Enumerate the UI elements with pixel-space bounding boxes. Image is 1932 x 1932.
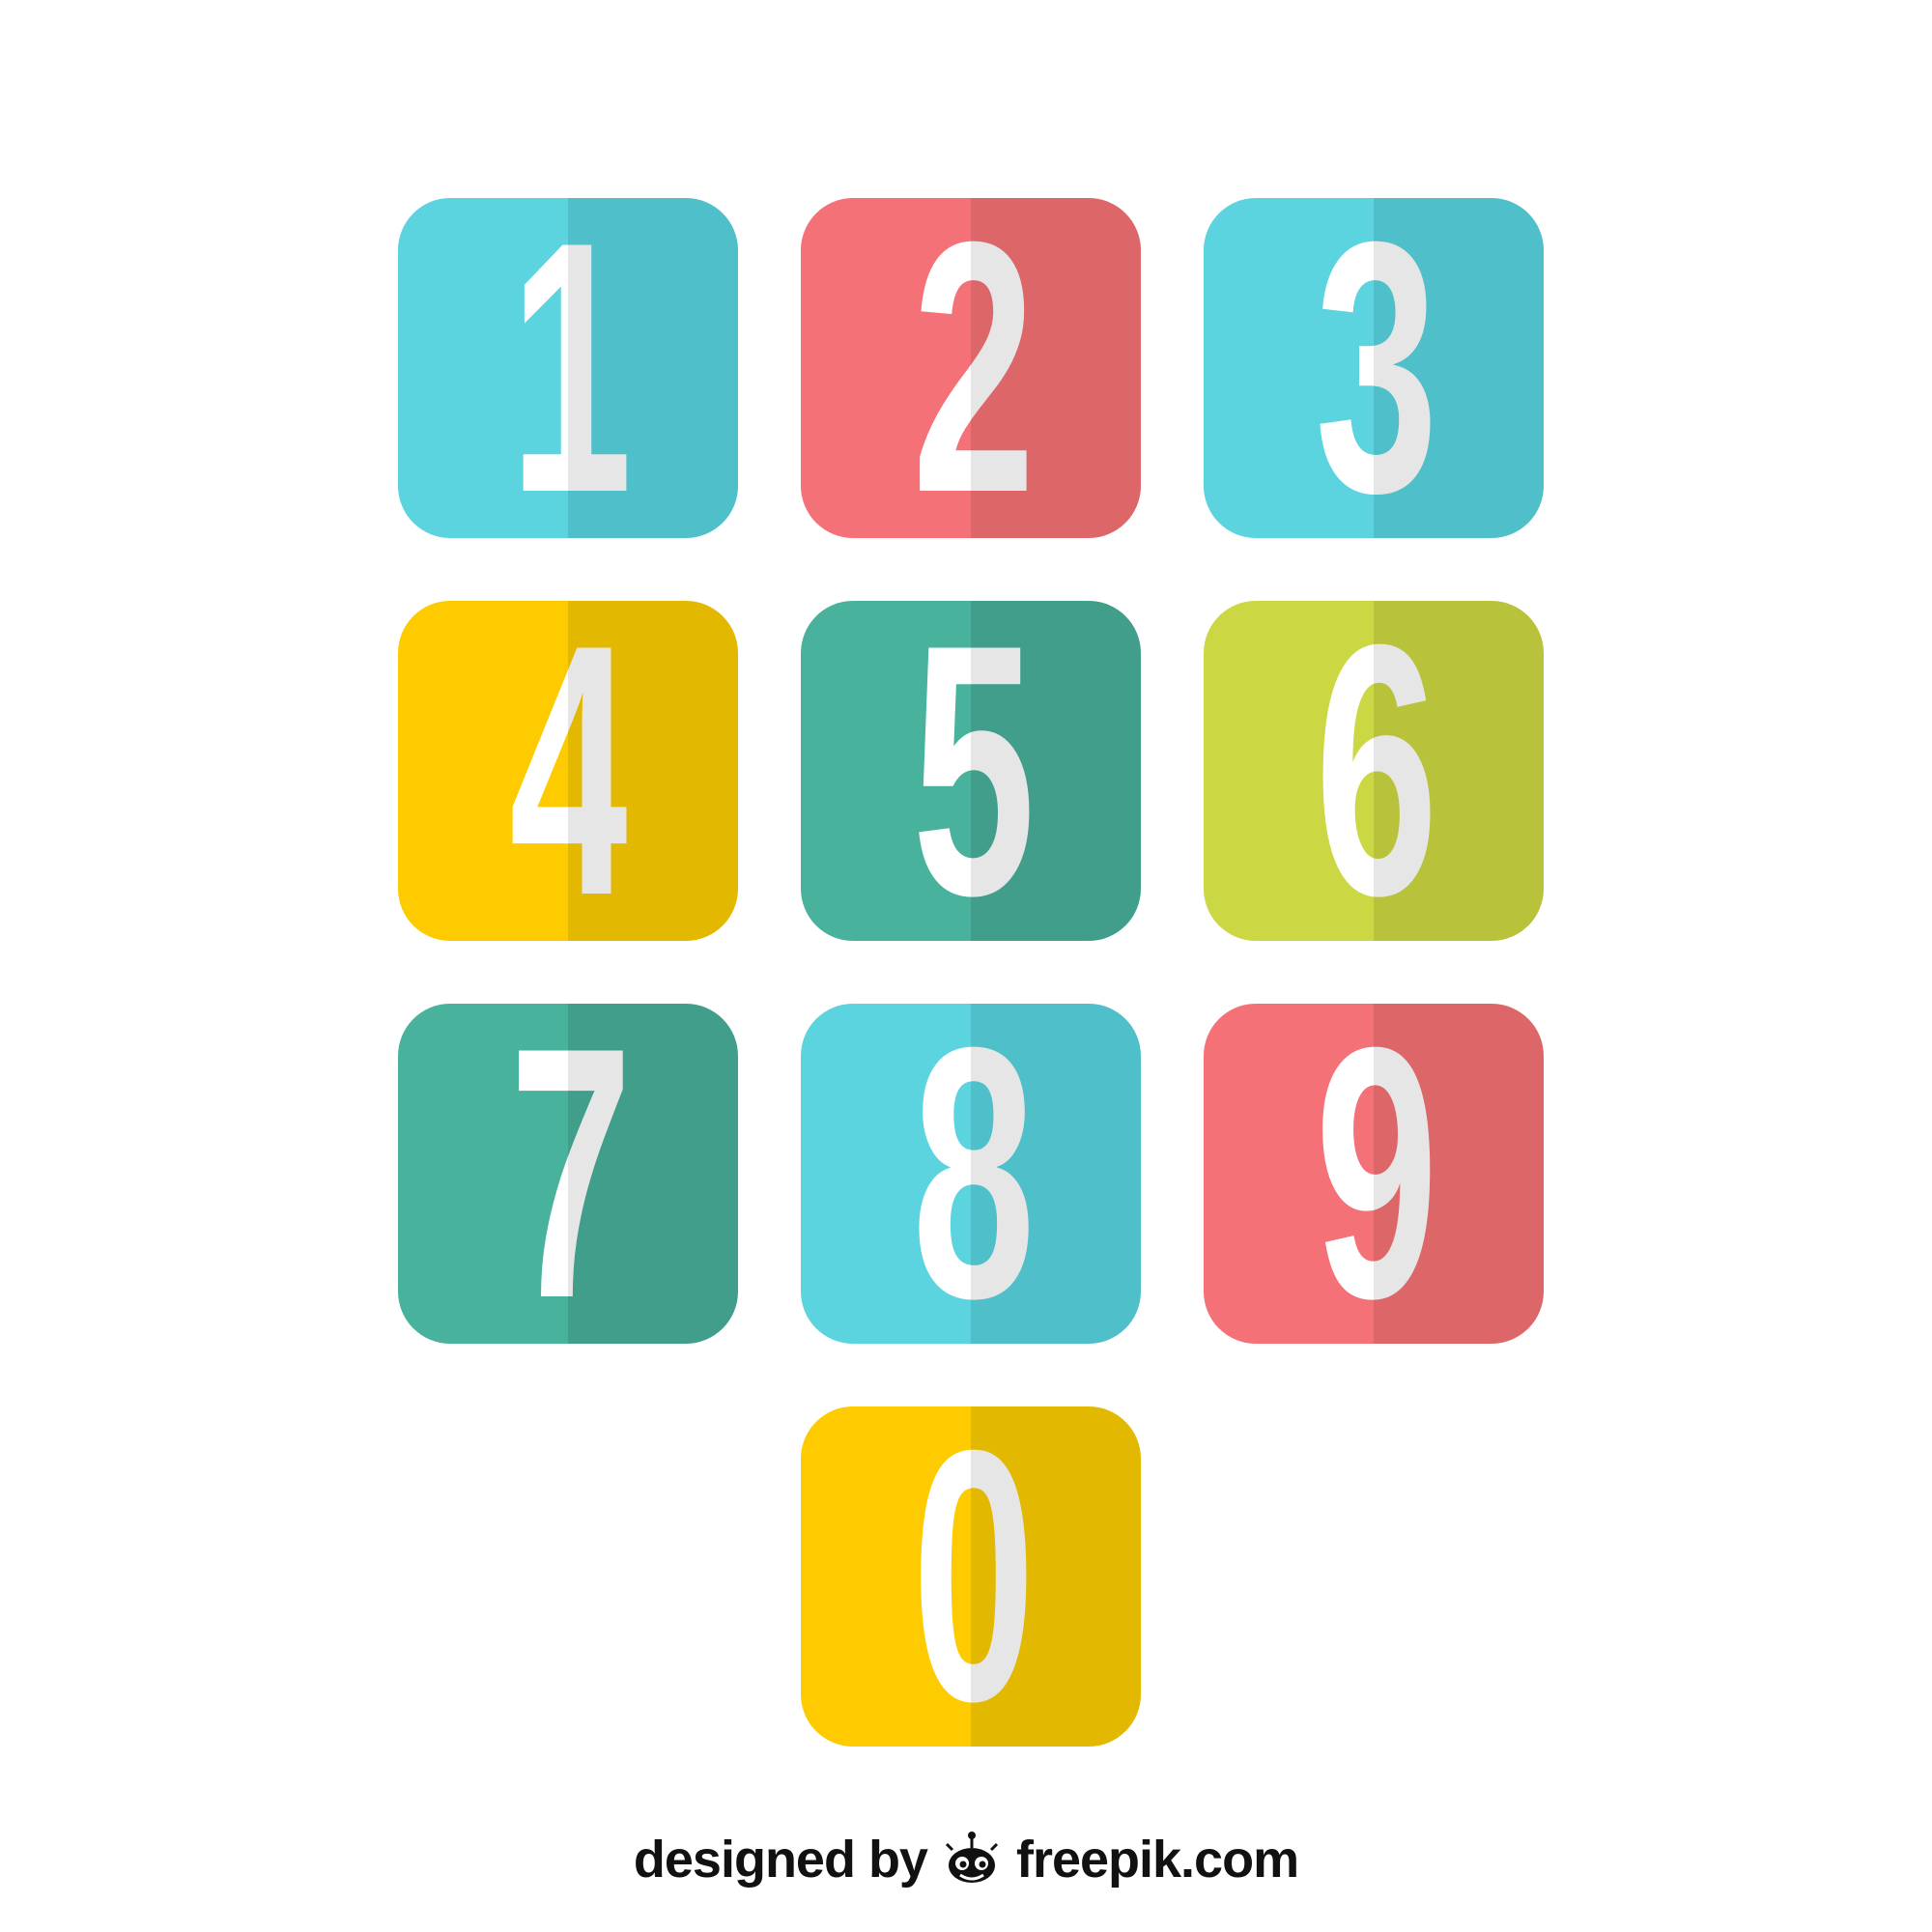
footer-brand: freepik.com	[1015, 1831, 1299, 1889]
number-tile-6[interactable]: 6	[1204, 601, 1544, 941]
number-tile-2[interactable]: 2	[801, 198, 1141, 538]
tile-digit: 4	[509, 601, 633, 941]
tile-digit: 7	[509, 1004, 633, 1344]
tile-digit: 9	[1315, 1004, 1438, 1344]
footer-credit: designed by freepik.com	[0, 1829, 1932, 1890]
freepik-logo-icon	[945, 1832, 999, 1883]
tile-digit: 5	[912, 601, 1036, 941]
number-tile-3[interactable]: 3	[1204, 198, 1544, 538]
number-tile-4[interactable]: 4	[398, 601, 738, 941]
number-tile-8[interactable]: 8	[801, 1004, 1141, 1344]
number-tile-1[interactable]: 1	[398, 198, 738, 538]
tile-digit: 6	[1315, 601, 1438, 941]
number-tile-5[interactable]: 5	[801, 601, 1141, 941]
tile-digit: 2	[912, 198, 1036, 538]
tile-digit: 3	[1315, 198, 1438, 538]
number-tile-7[interactable]: 7	[398, 1004, 738, 1344]
tile-digit: 1	[509, 198, 633, 538]
tile-digit: 8	[912, 1004, 1036, 1344]
number-tile-0[interactable]: 0	[801, 1406, 1141, 1747]
tile-digit: 0	[912, 1406, 1036, 1747]
number-tile-9[interactable]: 9	[1204, 1004, 1544, 1344]
footer-prefix: designed by	[633, 1831, 928, 1889]
